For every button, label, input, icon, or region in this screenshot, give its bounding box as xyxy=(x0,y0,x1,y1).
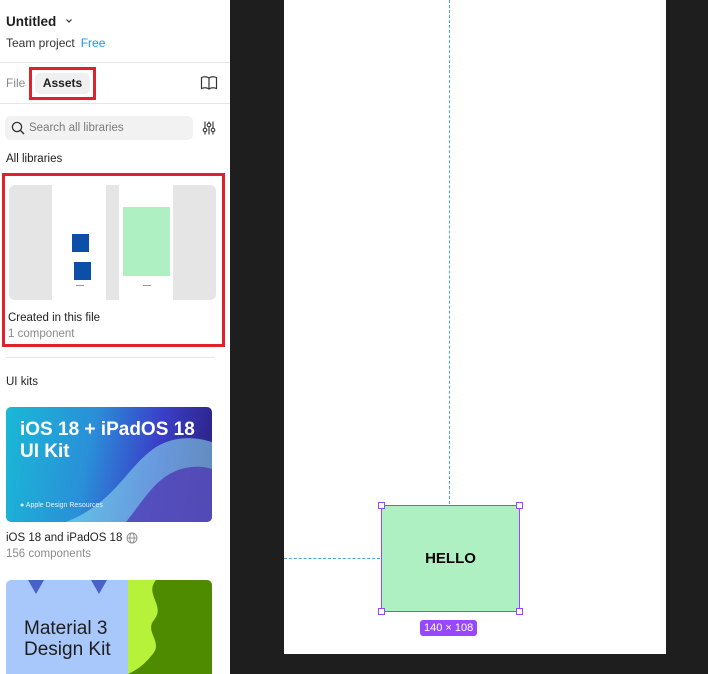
resize-handle-bottom-left[interactable] xyxy=(378,608,385,615)
material-kit-title-line1: Material 3 xyxy=(24,618,108,639)
tab-file[interactable]: File xyxy=(6,76,25,90)
resize-handle-top-left[interactable] xyxy=(378,502,385,509)
library-meta: 1 component xyxy=(8,328,75,340)
search-input[interactable]: Search all libraries xyxy=(29,122,124,134)
divider xyxy=(0,62,230,63)
divider xyxy=(0,103,230,104)
library-book-icon[interactable] xyxy=(200,75,218,91)
material-kit-title-line2: Design Kit xyxy=(24,639,111,660)
thumbnail-page xyxy=(52,185,106,300)
filter-icon[interactable] xyxy=(201,120,217,136)
local-library-thumbnail xyxy=(9,185,216,300)
ios-kit-thumbnail[interactable]: iOS 18 + iPadOS 18 UI Kit ● Apple Design… xyxy=(6,407,212,522)
resize-handle-top-right[interactable] xyxy=(516,502,523,509)
thumbnail-page xyxy=(119,185,173,300)
local-library-card[interactable]: Created in this file 1 component xyxy=(2,173,225,347)
panel-tabs: File Assets xyxy=(0,66,230,100)
rectangle-label: HELLO xyxy=(425,550,476,567)
apple-logo-icon: ● xyxy=(20,502,25,509)
file-subtitle: Team project Free xyxy=(6,36,105,50)
search-icon xyxy=(11,121,25,135)
globe-icon xyxy=(126,532,138,544)
design-canvas[interactable]: HELLO 140 × 108 xyxy=(230,0,708,674)
ios-kit-meta: 156 components xyxy=(6,548,92,560)
ios-kit-name: iOS 18 and iPadOS 18 xyxy=(6,532,138,544)
file-title: Untitled xyxy=(6,13,57,29)
file-title-menu[interactable]: Untitled xyxy=(6,12,73,30)
file-header: Untitled Team project Free xyxy=(6,12,105,51)
plan-badge[interactable]: Free xyxy=(81,36,106,50)
material-kit-title: Material 3 Design Kit xyxy=(24,618,111,660)
vertical-guide xyxy=(449,0,450,504)
all-libraries-heading: All libraries xyxy=(6,153,63,165)
dimension-label: 140 × 108 xyxy=(420,620,478,636)
ios-kit-title: iOS 18 + iPadOS 18 UI Kit xyxy=(20,419,195,463)
selected-rectangle[interactable]: HELLO xyxy=(381,505,520,612)
library-search[interactable]: Search all libraries xyxy=(5,116,193,140)
artboard-frame[interactable]: HELLO 140 × 108 xyxy=(284,0,666,654)
assets-tab-highlight: Assets xyxy=(29,67,96,100)
ios-kit-title-line1: iOS 18 + iPadOS 18 xyxy=(20,419,195,440)
ios-kit-footer-text: Apple Design Resources xyxy=(25,502,103,509)
tab-assets[interactable]: Assets xyxy=(35,73,90,94)
assets-panel: Untitled Team project Free File Assets Se… xyxy=(0,0,230,674)
resize-handle-bottom-right[interactable] xyxy=(516,608,523,615)
chevron-down-icon xyxy=(66,19,73,23)
team-name[interactable]: Team project xyxy=(6,36,75,50)
material-kit-thumbnail[interactable]: Material 3 Design Kit xyxy=(6,580,212,674)
horizontal-guide xyxy=(284,558,380,559)
ios-kit-title-line2: UI Kit xyxy=(20,441,70,462)
ios-kit-name-text: iOS 18 and iPadOS 18 xyxy=(6,532,123,544)
ios-kit-footer: ● Apple Design Resources xyxy=(20,502,103,509)
divider xyxy=(6,357,215,358)
ui-kits-heading: UI kits xyxy=(6,376,38,388)
library-name: Created in this file xyxy=(8,312,101,324)
